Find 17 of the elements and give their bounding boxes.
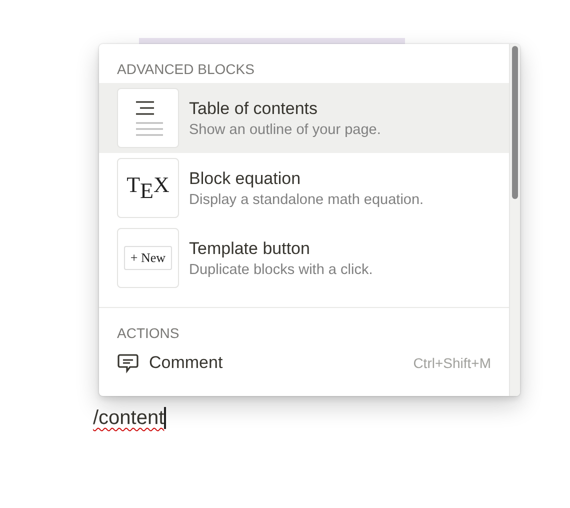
- item-title: Template button: [189, 238, 311, 258]
- menu-item[interactable]: Comment Ctrl+Shift+M: [99, 347, 509, 379]
- item-title: Table of contents: [189, 98, 319, 118]
- menu-item[interactable]: Table of contents Show an outline of your page.: [99, 83, 509, 153]
- section-heading: ACTIONS: [116, 324, 180, 343]
- item-description: Show an outline of your page.: [189, 122, 381, 138]
- item-description: Display a standalone math equation.: [189, 192, 424, 208]
- menu-item[interactable]: + New Template button Duplicate blocks with a click.: [99, 223, 509, 293]
- keyboard-shortcut: Ctrl+Shift+M: [413, 355, 491, 371]
- scrollbar-thumb[interactable]: [512, 46, 518, 199]
- section-heading: ADVANCED BLOCKS: [116, 60, 256, 79]
- item-description: Duplicate blocks with a click.: [189, 262, 373, 278]
- new-button-preview: + New: [124, 246, 172, 270]
- editor-text[interactable]: /content: [93, 407, 166, 429]
- item-title: Block equation: [189, 168, 302, 188]
- item-title: Comment: [149, 353, 223, 373]
- comment-icon: [117, 352, 139, 374]
